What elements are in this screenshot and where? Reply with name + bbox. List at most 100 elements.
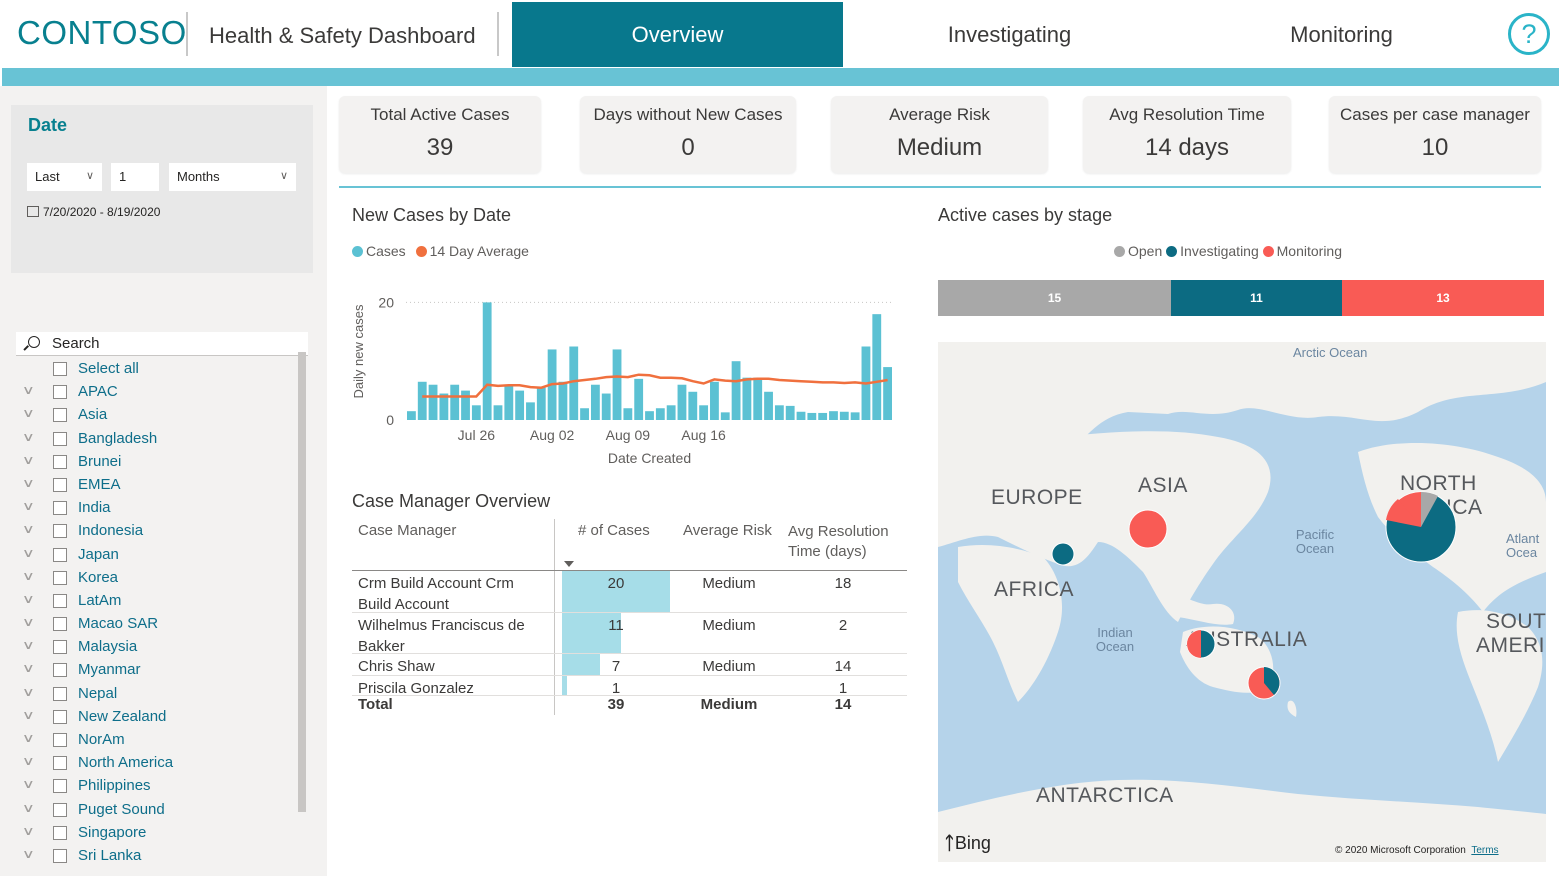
stage-segment-investigating[interactable]: 11 <box>1171 280 1342 316</box>
cases-bar[interactable] <box>688 391 698 420</box>
checkbox[interactable] <box>53 408 67 423</box>
cases-bar[interactable] <box>742 377 752 420</box>
cases-bar[interactable] <box>839 411 849 420</box>
chevron-down-icon[interactable]: ∨ <box>22 522 35 536</box>
cases-bar[interactable] <box>753 377 763 420</box>
slicer-search-input[interactable]: Search <box>16 332 308 356</box>
cases-bar[interactable] <box>407 411 416 420</box>
checkbox[interactable] <box>53 570 67 585</box>
checkbox[interactable] <box>53 454 67 469</box>
cases-bar[interactable] <box>774 405 784 420</box>
chevron-down-icon[interactable]: ∨ <box>22 685 35 699</box>
cases-bar[interactable] <box>536 387 546 420</box>
map-marker-australia-west[interactable] <box>1186 629 1216 659</box>
slicer-item[interactable]: ∨ Singapore <box>16 824 296 847</box>
chevron-down-icon[interactable]: ∨ <box>22 824 35 838</box>
stage-segment-open[interactable]: 15 <box>938 280 1172 316</box>
chevron-down-icon[interactable]: ∨ <box>22 499 35 513</box>
slicer-item[interactable]: ∨ Myanmar <box>16 661 296 684</box>
cases-bar[interactable] <box>450 384 460 420</box>
slicer-item[interactable]: ∨ Indonesia <box>16 522 296 545</box>
question-circle-icon[interactable]: ? <box>1508 13 1550 55</box>
chevron-down-icon[interactable]: ∨ <box>22 476 35 490</box>
slicer-item[interactable]: ∨ Korea <box>16 569 296 592</box>
cases-bar[interactable] <box>850 412 860 420</box>
cases-bar[interactable] <box>796 411 806 420</box>
table-row[interactable]: Wilhelmus Franciscus de Bakker 11 Medium 2 <box>352 613 907 655</box>
cases-bar[interactable] <box>504 384 514 420</box>
slicer-item[interactable]: ∨ NorAm <box>16 731 296 754</box>
chevron-down-icon[interactable]: ∨ <box>22 569 35 583</box>
map-marker-australia-east[interactable] <box>1247 666 1281 700</box>
checkbox[interactable] <box>53 385 67 400</box>
slicer-item[interactable]: ∨ APAC <box>16 383 296 406</box>
legend-item-cases[interactable]: Cases <box>352 243 406 259</box>
cases-bar[interactable] <box>872 314 882 420</box>
slicer-item[interactable]: ∨ Brunei <box>16 453 296 476</box>
column-header-avg-resolution[interactable]: Avg Resolution Time (days) <box>788 522 906 562</box>
slicer-item[interactable]: ∨ Malaysia <box>16 638 296 661</box>
cases-bar[interactable] <box>699 405 709 420</box>
slicer-item[interactable]: ∨ India <box>16 499 296 522</box>
slicer-item[interactable]: ∨ Philippines <box>16 777 296 800</box>
cases-bar[interactable] <box>807 412 817 420</box>
table-row[interactable]: Crm Build Account Crm Build Account 20 Med… <box>352 571 907 613</box>
map-marker-north-america[interactable] <box>1385 491 1457 563</box>
chevron-down-icon[interactable]: ∨ <box>22 754 35 768</box>
legend-item-monitoring[interactable]: Monitoring <box>1262 243 1342 259</box>
chevron-down-icon[interactable]: ∨ <box>22 546 35 560</box>
checkbox[interactable] <box>53 640 67 655</box>
cases-bar[interactable] <box>623 408 633 420</box>
cases-bar[interactable] <box>428 384 438 420</box>
chevron-down-icon[interactable]: ∨ <box>22 615 35 629</box>
cases-bar[interactable] <box>764 391 773 420</box>
checkbox[interactable] <box>53 709 67 724</box>
cases-bar[interactable] <box>612 349 622 420</box>
tab-investigating[interactable]: Investigating <box>844 2 1175 67</box>
chevron-down-icon[interactable]: ∨ <box>22 430 35 444</box>
checkbox[interactable] <box>53 825 67 840</box>
checkbox[interactable] <box>53 524 67 539</box>
tab-monitoring[interactable]: Monitoring <box>1176 2 1507 67</box>
period-unit-dropdown[interactable]: Months ∨ <box>169 163 296 191</box>
cases-bar[interactable] <box>558 381 568 420</box>
checkbox[interactable] <box>53 617 67 632</box>
cases-bar[interactable] <box>526 402 535 420</box>
cases-bar[interactable] <box>417 381 427 420</box>
cases-bar[interactable] <box>601 393 611 420</box>
column-header-cases[interactable]: # of Cases <box>578 522 650 539</box>
slicer-item[interactable]: ∨ Sri Lanka <box>16 847 296 870</box>
chevron-down-icon[interactable]: ∨ <box>22 708 35 722</box>
slicer-item[interactable]: ∨ New Zealand <box>16 708 296 731</box>
map-marker-europe[interactable] <box>1051 542 1075 566</box>
cases-bar[interactable] <box>482 302 492 420</box>
slicer-scrollbar[interactable] <box>298 352 306 812</box>
slicer-item[interactable]: ∨ Macao SAR <box>16 615 296 638</box>
tab-overview[interactable]: Overview <box>512 2 843 67</box>
legend-item-14-day-average[interactable]: 14 Day Average <box>415 243 529 259</box>
legend-item-investigating[interactable]: Investigating <box>1166 243 1259 259</box>
column-header-case-manager[interactable]: Case Manager <box>358 522 456 539</box>
checkbox[interactable] <box>53 686 67 701</box>
slicer-item[interactable]: ∨ Bangladesh <box>16 430 296 453</box>
chevron-down-icon[interactable]: ∨ <box>22 801 35 815</box>
cases-bar[interactable] <box>655 408 665 420</box>
slicer-item[interactable]: ∨ EMEA <box>16 476 296 499</box>
chevron-down-icon[interactable]: ∨ <box>22 383 35 397</box>
checkbox[interactable] <box>53 848 67 863</box>
checkbox[interactable] <box>53 779 67 794</box>
chevron-down-icon[interactable]: ∨ <box>22 731 35 745</box>
cases-bar[interactable] <box>666 405 676 420</box>
checkbox[interactable] <box>53 802 67 817</box>
cases-bar[interactable] <box>731 361 741 420</box>
cases-bar[interactable] <box>677 384 687 420</box>
checkbox[interactable] <box>53 477 67 492</box>
cases-bar[interactable] <box>580 408 589 420</box>
table-row[interactable]: Priscila Gonzalez 1 1 <box>352 676 907 697</box>
chevron-down-icon[interactable]: ∨ <box>22 777 35 791</box>
checkbox[interactable] <box>53 756 67 771</box>
checkbox[interactable] <box>53 593 67 608</box>
sort-descending-icon[interactable] <box>564 561 574 567</box>
map-marker-asia[interactable] <box>1128 509 1168 549</box>
cases-bar[interactable] <box>590 384 600 420</box>
